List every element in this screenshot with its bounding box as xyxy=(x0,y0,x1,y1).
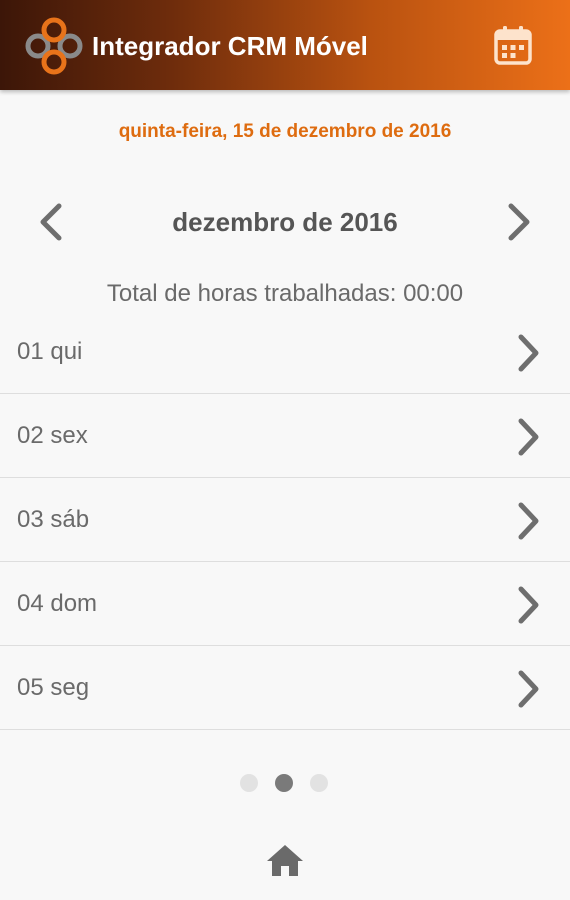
integrador-logo-icon xyxy=(25,17,83,75)
day-label: 01 qui xyxy=(17,338,83,365)
day-row[interactable]: 04 dom xyxy=(0,562,570,646)
day-list: 01 qui 02 sex 03 sáb 04 dom 05 seg xyxy=(0,310,570,730)
month-navigator: dezembro de 2016 xyxy=(0,196,570,248)
home-icon[interactable] xyxy=(264,840,306,882)
current-date: quinta-feira, 15 de dezembro de 2016 xyxy=(118,121,452,142)
day-label: 03 sáb xyxy=(17,506,90,533)
day-label: 05 seg xyxy=(17,674,90,701)
day-label: 02 sex xyxy=(17,422,88,449)
app-bar: Integrador CRM Móvel xyxy=(0,0,570,90)
total-hours: Total de horas trabalhadas: 00:00 xyxy=(106,280,464,307)
chevron-right-icon xyxy=(518,502,539,540)
month-label: dezembro de 2016 xyxy=(172,207,398,237)
day-row[interactable]: 03 sáb xyxy=(0,478,570,562)
chevron-right-icon[interactable] xyxy=(494,198,542,246)
app-title: Integrador CRM Móvel xyxy=(92,31,368,61)
page-dot[interactable] xyxy=(240,774,258,792)
calendar-icon[interactable] xyxy=(490,23,536,69)
page-dot[interactable] xyxy=(310,774,328,792)
chevron-right-icon xyxy=(518,586,539,624)
page-dot[interactable] xyxy=(275,774,293,792)
chevron-right-icon xyxy=(518,670,539,708)
page-indicator xyxy=(238,772,334,794)
chevron-right-icon xyxy=(518,334,539,372)
day-label: 04 dom xyxy=(17,590,98,617)
chevron-right-icon xyxy=(518,418,539,456)
day-row[interactable]: 05 seg xyxy=(0,646,570,730)
day-row[interactable]: 01 qui xyxy=(0,310,570,394)
day-row[interactable]: 02 sex xyxy=(0,394,570,478)
